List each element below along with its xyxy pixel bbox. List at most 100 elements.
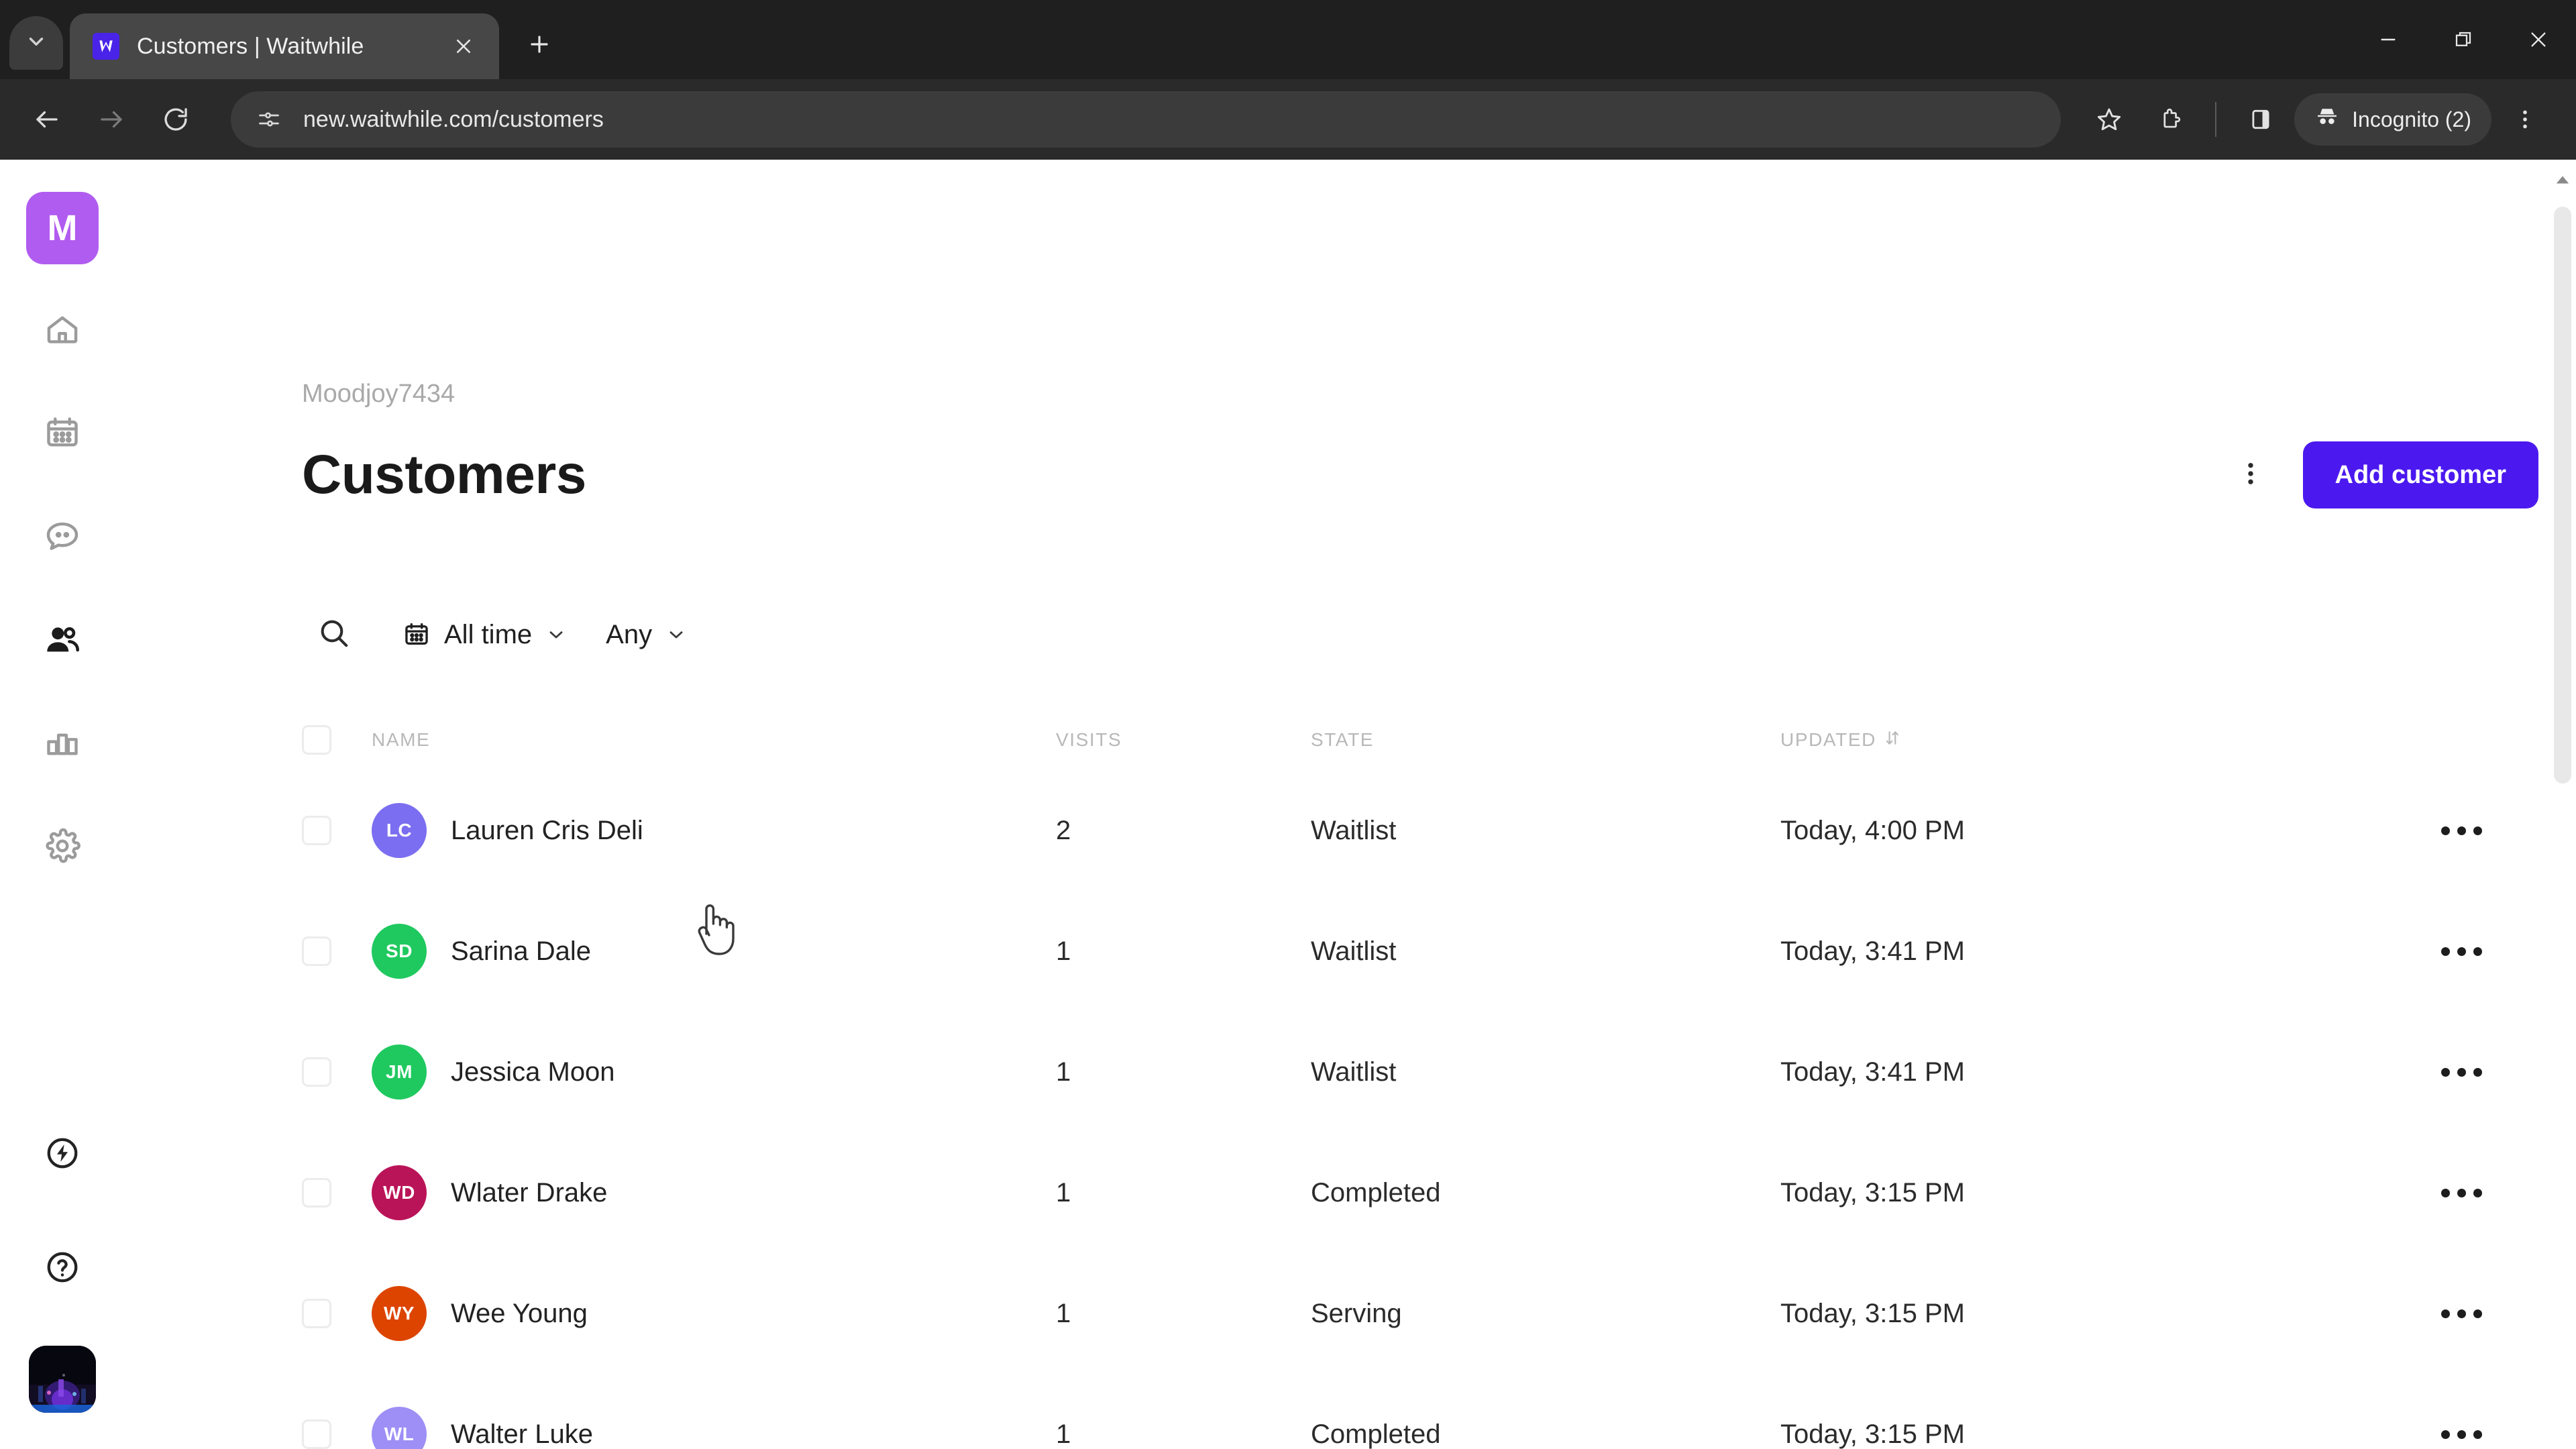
question-circle-icon xyxy=(44,1249,80,1289)
column-header-updated[interactable]: UPDATED xyxy=(1780,729,2384,751)
three-dot-menu-icon xyxy=(2440,826,2482,835)
state-filter[interactable]: Any xyxy=(599,608,694,661)
column-header-updated-label: UPDATED xyxy=(1780,729,1876,750)
sidebar-item-help[interactable] xyxy=(25,1232,99,1305)
avatar[interactable] xyxy=(29,1346,96,1413)
bookmark-star-icon[interactable] xyxy=(2081,91,2137,148)
avatar-initials: WY xyxy=(383,1303,415,1324)
three-dot-menu-icon xyxy=(2440,1188,2482,1197)
address-bar[interactable]: new.waitwhile.com/customers xyxy=(231,91,2061,148)
sidebar-item-settings[interactable] xyxy=(25,810,99,884)
bar-chart-icon xyxy=(44,724,81,765)
row-checkbox-cell[interactable] xyxy=(302,816,372,845)
minimize-window-button[interactable] xyxy=(2351,0,2426,79)
row-checkbox[interactable] xyxy=(302,816,331,845)
customers-table: NAME VISITS STATE UPDATED LC Lauren Cris… xyxy=(302,710,2538,1449)
row-checkbox-cell[interactable] xyxy=(302,1057,372,1087)
row-checkbox[interactable] xyxy=(302,1299,331,1328)
sidebar-item-quick-actions[interactable] xyxy=(25,1118,99,1191)
date-range-filter[interactable]: All time xyxy=(396,608,574,661)
row-checkbox[interactable] xyxy=(302,1057,331,1087)
row-actions-button[interactable] xyxy=(2384,1430,2538,1439)
table-row[interactable]: WY Wee Young 1 Serving Today, 3:15 PM xyxy=(302,1253,2538,1374)
row-actions-button[interactable] xyxy=(2384,1188,2538,1197)
row-checkbox-cell[interactable] xyxy=(302,1178,372,1208)
maximize-window-button[interactable] xyxy=(2426,0,2501,79)
row-checkbox[interactable] xyxy=(302,936,331,966)
select-all-checkbox[interactable] xyxy=(302,725,331,755)
people-icon xyxy=(43,620,82,662)
org-name: Moodjoy7434 xyxy=(302,380,455,408)
cell-updated: Today, 3:41 PM xyxy=(1780,1057,1965,1087)
back-arrow-icon[interactable] xyxy=(17,90,76,149)
site-settings-icon[interactable] xyxy=(252,103,286,136)
workspace-logo-letter: M xyxy=(47,208,78,248)
avatar: WD xyxy=(372,1165,427,1220)
browser-menu-icon[interactable] xyxy=(2497,91,2553,148)
incognito-profile-chip[interactable]: Incognito (2) xyxy=(2294,93,2491,146)
row-actions-button[interactable] xyxy=(2384,1309,2538,1318)
column-header-name[interactable]: NAME xyxy=(372,729,1056,751)
cell-visits: 1 xyxy=(1056,1177,1071,1208)
cell-name: WD Wlater Drake xyxy=(372,1165,1056,1220)
row-actions-button[interactable] xyxy=(2384,826,2538,835)
table-row[interactable]: SD Sarina Dale 1 Waitlist Today, 3:41 PM xyxy=(302,891,2538,1012)
workspace-logo[interactable]: M xyxy=(26,192,99,264)
column-header-visits[interactable]: VISITS xyxy=(1056,729,1311,751)
side-panel-icon[interactable] xyxy=(2233,91,2289,148)
app-sidebar: M xyxy=(0,160,125,1449)
sidebar-item-messages[interactable] xyxy=(25,500,99,574)
close-tab-icon[interactable] xyxy=(445,28,482,64)
select-all-checkbox-cell[interactable] xyxy=(302,725,372,755)
row-actions-button[interactable] xyxy=(2384,947,2538,956)
cell-updated: Today, 3:15 PM xyxy=(1780,1177,1965,1208)
browser-toolbar: new.waitwhile.com/customers Incognito (2… xyxy=(0,79,2576,160)
cell-name: WY Wee Young xyxy=(372,1286,1056,1341)
scroll-up-arrow-icon[interactable] xyxy=(2549,174,2576,185)
browser-tab-strip: Customers | Waitwhile xyxy=(0,0,2576,79)
close-window-button[interactable] xyxy=(2501,0,2576,79)
tab-search-button[interactable] xyxy=(9,16,63,70)
cell-state: Waitlist xyxy=(1311,815,1397,845)
customer-name: Walter Luke xyxy=(451,1419,593,1449)
row-checkbox[interactable] xyxy=(302,1419,331,1449)
row-checkbox[interactable] xyxy=(302,1178,331,1208)
customer-name: Sarina Dale xyxy=(451,936,592,966)
cell-state: Waitlist xyxy=(1311,1057,1397,1087)
table-row[interactable]: LC Lauren Cris Deli 2 Waitlist Today, 4:… xyxy=(302,770,2538,891)
browser-tab[interactable]: Customers | Waitwhile xyxy=(70,13,499,79)
row-checkbox-cell[interactable] xyxy=(302,936,372,966)
sidebar-item-analytics[interactable] xyxy=(25,707,99,781)
incognito-icon xyxy=(2314,104,2340,135)
search-button[interactable] xyxy=(302,602,366,667)
sidebar-item-schedule[interactable] xyxy=(25,397,99,471)
sidebar-item-home[interactable] xyxy=(25,294,99,368)
vertical-scrollbar[interactable] xyxy=(2549,160,2576,1449)
main-content: Moodjoy7434 Customers Add customer All t… xyxy=(125,160,2576,1449)
state-filter-label: Any xyxy=(606,619,653,649)
avatar: WY xyxy=(372,1286,427,1341)
row-checkbox-cell[interactable] xyxy=(302,1419,372,1449)
avatar: JM xyxy=(372,1044,427,1099)
row-actions-button[interactable] xyxy=(2384,1067,2538,1077)
sidebar-item-customers[interactable] xyxy=(25,604,99,678)
new-tab-button[interactable] xyxy=(514,19,565,70)
cell-visits: 1 xyxy=(1056,936,1071,966)
column-header-state[interactable]: STATE xyxy=(1311,729,1780,751)
add-customer-button[interactable]: Add customer xyxy=(2302,441,2538,508)
row-checkbox-cell[interactable] xyxy=(302,1299,372,1328)
filter-bar: All time Any xyxy=(302,602,719,667)
page-header-actions: Add customer xyxy=(2225,441,2538,508)
table-row[interactable]: WD Wlater Drake 1 Completed Today, 3:15 … xyxy=(302,1132,2538,1253)
three-dot-menu-icon xyxy=(2237,460,2265,491)
page-more-options-button[interactable] xyxy=(2225,449,2276,500)
browser-window: Customers | Waitwhile new.waitwhile.com/… xyxy=(0,0,2576,1449)
table-row[interactable]: WL Walter Luke 1 Completed Today, 3:15 P… xyxy=(302,1374,2538,1449)
reload-icon[interactable] xyxy=(146,90,205,149)
scrollbar-thumb[interactable] xyxy=(2554,207,2571,784)
extensions-icon[interactable] xyxy=(2143,91,2199,148)
chevron-down-icon xyxy=(25,30,48,56)
three-dot-menu-icon xyxy=(2440,1309,2482,1318)
table-row[interactable]: JM Jessica Moon 1 Waitlist Today, 3:41 P… xyxy=(302,1012,2538,1132)
forward-arrow-icon[interactable] xyxy=(82,90,141,149)
